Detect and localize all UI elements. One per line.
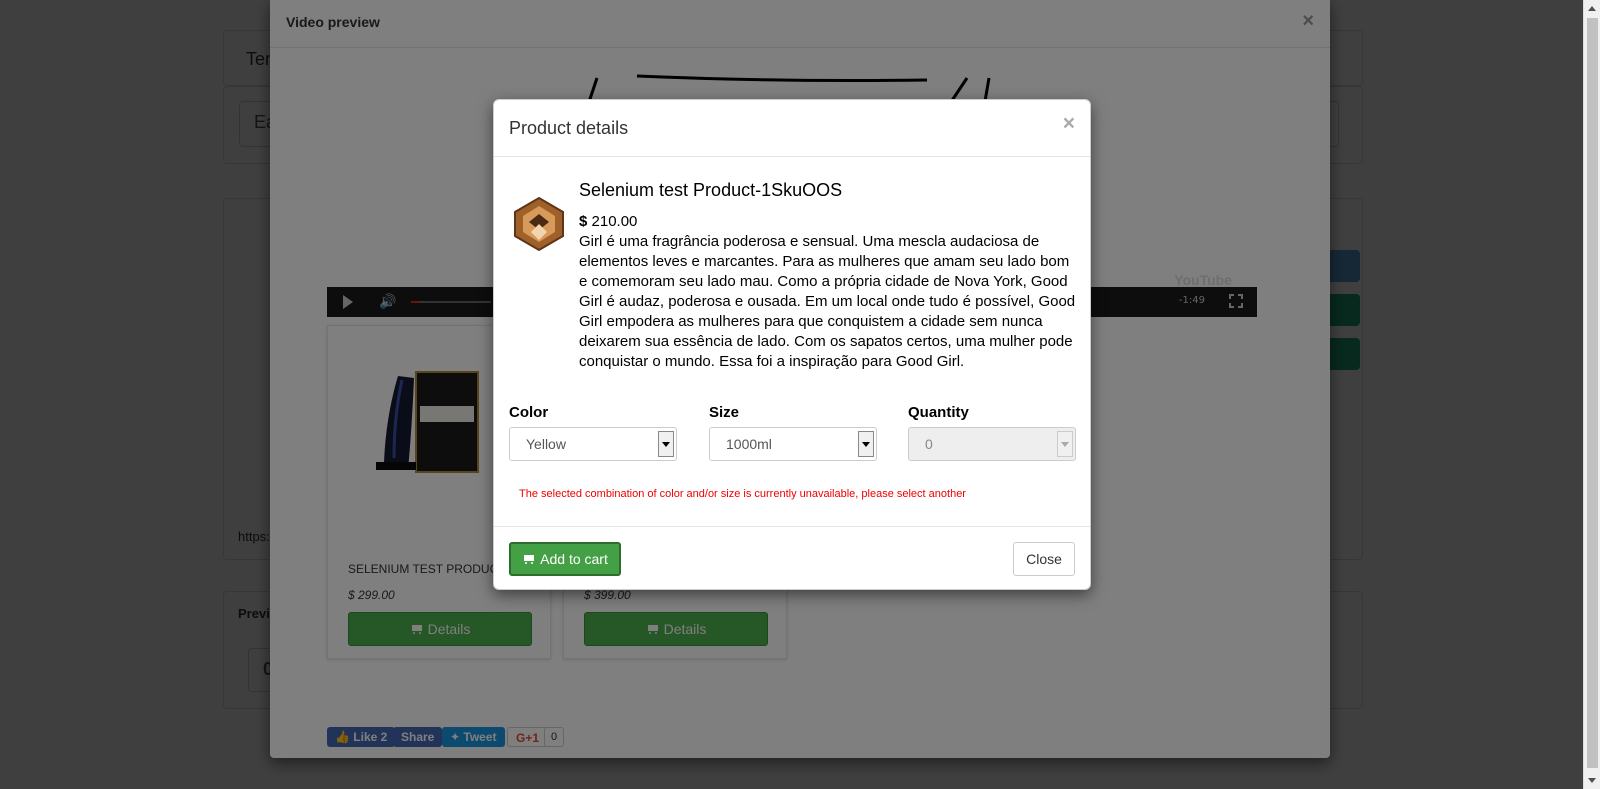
color-select-value: Yellow (526, 436, 566, 452)
add-to-cart-button[interactable]: Add to cart (509, 542, 621, 576)
size-select[interactable]: 1000ml (709, 427, 877, 461)
product-details-modal: Product details × Selenium test Product-… (493, 99, 1091, 590)
color-select[interactable]: Yellow (509, 427, 677, 461)
product-thumbnail (514, 196, 564, 252)
quantity-select[interactable]: 0 (908, 427, 1076, 461)
scrollbar-thumb[interactable] (1587, 18, 1598, 768)
unavailable-warning: The selected combination of color and/or… (519, 488, 966, 500)
chevron-down-icon (858, 431, 874, 457)
product-modal-title: Product details (509, 118, 629, 138)
chevron-down-icon (658, 431, 674, 457)
product-description: Girl é uma fragrância poderosa e sensual… (579, 233, 1076, 370)
product-price: $ 210.00 (579, 213, 637, 230)
quantity-select-value: 0 (925, 436, 933, 452)
size-select-value: 1000ml (726, 436, 772, 452)
chevron-down-icon (1057, 431, 1073, 457)
product-modal-footer: Add to cart Close (494, 526, 1090, 591)
close-button[interactable]: Close (1013, 542, 1075, 576)
cart-icon (522, 555, 535, 565)
scroll-up-icon[interactable] (1588, 6, 1596, 11)
price-currency: $ (579, 213, 588, 230)
color-label: Color (509, 404, 549, 421)
page-scrollbar[interactable] (1583, 0, 1600, 789)
quantity-label: Quantity (908, 404, 969, 421)
product-modal-header: Product details × (494, 100, 1090, 157)
scroll-down-icon[interactable] (1588, 778, 1596, 783)
product-name: Selenium test Product-1SkuOOS (579, 180, 843, 200)
add-to-cart-label: Add to cart (540, 551, 608, 567)
product-modal-close-icon[interactable]: × (1063, 112, 1075, 136)
size-label: Size (709, 404, 740, 421)
price-value: 210.00 (591, 213, 638, 230)
